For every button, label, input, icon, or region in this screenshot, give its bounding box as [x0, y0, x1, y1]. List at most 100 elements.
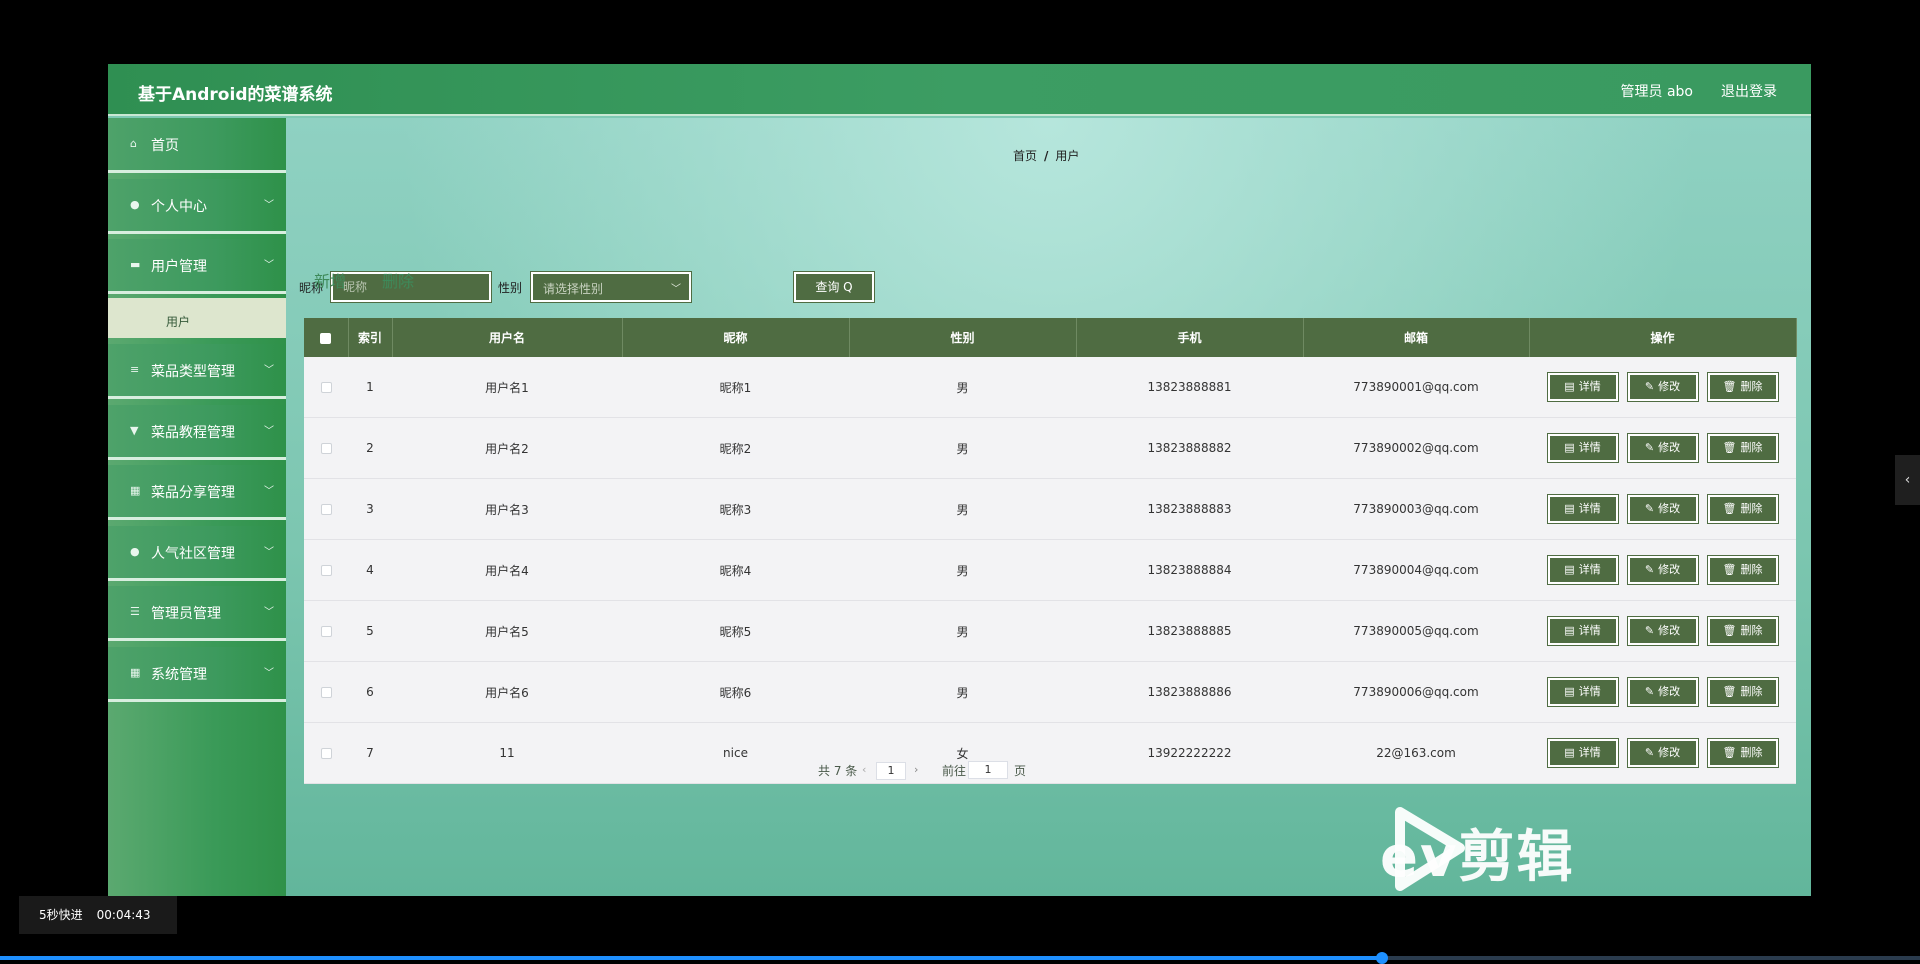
edit-label: 修改	[1658, 380, 1681, 393]
delete-button[interactable]: 🗑 删除	[1706, 555, 1779, 585]
sidebar-item-label: 菜品分享管理	[151, 485, 235, 501]
batch-delete-button[interactable]: 删除	[382, 268, 414, 292]
detail-button[interactable]: ▤ 详情	[1546, 738, 1619, 768]
chevron-down-icon: ﹀	[264, 607, 274, 618]
sliders-icon: ☰	[130, 605, 140, 618]
breadcrumb: 首页 / 用户	[1013, 147, 1079, 164]
current-page-number[interactable]: 1	[876, 762, 906, 780]
gender-select[interactable]: 请选择性别	[530, 271, 692, 303]
monitor-icon: ▬	[130, 258, 141, 271]
header-nickname: 昵称	[622, 318, 850, 357]
cell-actions: ▤ 详情 ✎ 修改 🗑 删除	[1529, 722, 1796, 784]
detail-button[interactable]: ▤ 详情	[1546, 372, 1619, 402]
next-page-button[interactable]: ›	[914, 762, 918, 778]
list-icon: ≡	[130, 363, 140, 376]
edit-button[interactable]: ✎ 修改	[1626, 616, 1699, 646]
row-checkbox[interactable]	[320, 382, 332, 393]
row-checkbox[interactable]	[320, 626, 332, 637]
row-checkbox[interactable]	[320, 687, 332, 698]
sidebar-item-label: 人气社区管理	[151, 546, 235, 562]
sidebar-item-8[interactable]: ☰ 管理员管理 ﹀	[108, 586, 286, 641]
trash-icon: 🗑	[1722, 563, 1737, 576]
row-checkbox[interactable]	[320, 443, 332, 454]
sidebar-item-label: 首页	[151, 138, 179, 154]
detail-button[interactable]: ▤ 详情	[1546, 555, 1619, 585]
detail-button[interactable]: ▤ 详情	[1546, 433, 1619, 463]
detail-button[interactable]: ▤ 详情	[1546, 494, 1619, 524]
sidebar-item-4[interactable]: ≡ 菜品类型管理 ﹀	[108, 344, 286, 399]
grid-icon: ▦	[130, 484, 141, 497]
cell-phone: 13823888883	[1076, 478, 1303, 540]
delete-label: 删除	[1740, 441, 1763, 454]
sidebar-item-6[interactable]: ▦ 菜品分享管理 ﹀	[108, 465, 286, 520]
document-icon: ▤	[1564, 746, 1575, 759]
cell-username: 用户名4	[392, 539, 622, 601]
delete-button[interactable]: 🗑 删除	[1706, 494, 1779, 524]
table-row: 6 用户名6 昵称6 男 13823888886 773890006@qq.com ▤ 详情 ✎…	[304, 661, 1796, 723]
edit-button[interactable]: ✎ 修改	[1626, 555, 1699, 585]
row-checkbox[interactable]	[320, 504, 332, 515]
cell-username: 用户名5	[392, 600, 622, 662]
detail-button[interactable]: ▤ 详情	[1546, 616, 1619, 646]
delete-button[interactable]: 🗑 删除	[1706, 433, 1779, 463]
prev-page-button[interactable]: ‹	[862, 762, 866, 778]
query-button[interactable]: 查询 Q	[793, 271, 875, 303]
video-status-bar: 5秒快进 00:04:43	[19, 896, 177, 934]
trash-icon: 🗑	[1722, 624, 1737, 637]
skip-forward-label[interactable]: 5秒快进	[39, 908, 83, 922]
cell-email: 773890006@qq.com	[1303, 661, 1529, 723]
sidebar-item-3[interactable]: ▬ 用户管理 ﹀	[108, 239, 286, 294]
sidebar-item-5[interactable]: ▼ 菜品教程管理 ﹀	[108, 405, 286, 460]
chevron-left-icon[interactable]: ‹	[1895, 455, 1920, 505]
delete-button[interactable]: 🗑 删除	[1706, 738, 1779, 768]
detail-button[interactable]: ▤ 详情	[1546, 677, 1619, 707]
video-progress-knob[interactable]	[1376, 952, 1389, 964]
edit-button[interactable]: ✎ 修改	[1626, 677, 1699, 707]
pagination-controls: ‹ 1 ›	[856, 762, 926, 780]
cell-email: 22@163.com	[1303, 722, 1529, 784]
row-select-cell	[304, 722, 348, 784]
detail-label: 详情	[1578, 685, 1601, 698]
breadcrumb-home[interactable]: 首页	[1013, 149, 1037, 163]
sidebar-item-label: 用户管理	[151, 259, 207, 275]
detail-label: 详情	[1578, 563, 1601, 576]
edit-icon: ✎	[1644, 624, 1655, 637]
cell-gender: 男	[849, 539, 1076, 601]
edit-icon: ✎	[1644, 441, 1655, 454]
row-checkbox[interactable]	[320, 748, 332, 759]
logout-link[interactable]: 退出登录	[1721, 81, 1777, 101]
edit-button[interactable]: ✎ 修改	[1626, 372, 1699, 402]
cell-index: 4	[348, 539, 392, 601]
document-icon: ▤	[1564, 624, 1575, 637]
goto-page-input[interactable]: 1	[968, 761, 1008, 779]
top-bar: 基于Android的菜谱系统 管理员 abo 退出登录	[108, 64, 1811, 116]
header-email: 邮箱	[1303, 318, 1530, 357]
edit-button[interactable]: ✎ 修改	[1626, 494, 1699, 524]
edit-button[interactable]: ✎ 修改	[1626, 433, 1699, 463]
sidebar-subitem-users[interactable]: 用户	[108, 298, 286, 338]
delete-button[interactable]: 🗑 删除	[1706, 616, 1779, 646]
breadcrumb-separator: /	[1044, 149, 1049, 163]
header-phone: 手机	[1076, 318, 1304, 357]
cell-phone: 13823888881	[1076, 357, 1303, 418]
sidebar-item-7[interactable]: ● 人气社区管理 ﹀	[108, 526, 286, 581]
row-checkbox[interactable]	[320, 565, 332, 576]
cell-gender: 男	[849, 357, 1076, 418]
watermark-text: ev剪辑	[1380, 825, 1575, 890]
edit-icon: ✎	[1644, 502, 1655, 515]
delete-label: 删除	[1740, 563, 1763, 576]
delete-button[interactable]: 🗑 删除	[1706, 372, 1779, 402]
select-all-checkbox[interactable]	[320, 332, 332, 344]
cell-actions: ▤ 详情 ✎ 修改 🗑 删除	[1529, 357, 1796, 418]
sidebar-item-2[interactable]: ● 个人中心 ﹀	[108, 179, 286, 234]
cell-username: 用户名6	[392, 661, 622, 723]
document-icon: ▤	[1564, 685, 1575, 698]
sidebar-item-9[interactable]: ▦ 系统管理 ﹀	[108, 647, 286, 702]
table-row: 3 用户名3 昵称3 男 13823888883 773890003@qq.com ▤ 详情 ✎…	[304, 478, 1796, 540]
sidebar-item-label: 菜品教程管理	[151, 425, 235, 441]
row-select-cell	[304, 417, 348, 479]
edit-button[interactable]: ✎ 修改	[1626, 738, 1699, 768]
sidebar-item-1[interactable]: ⌂ 首页	[108, 118, 286, 173]
add-button[interactable]: 新增	[314, 268, 346, 292]
delete-button[interactable]: 🗑 删除	[1706, 677, 1779, 707]
